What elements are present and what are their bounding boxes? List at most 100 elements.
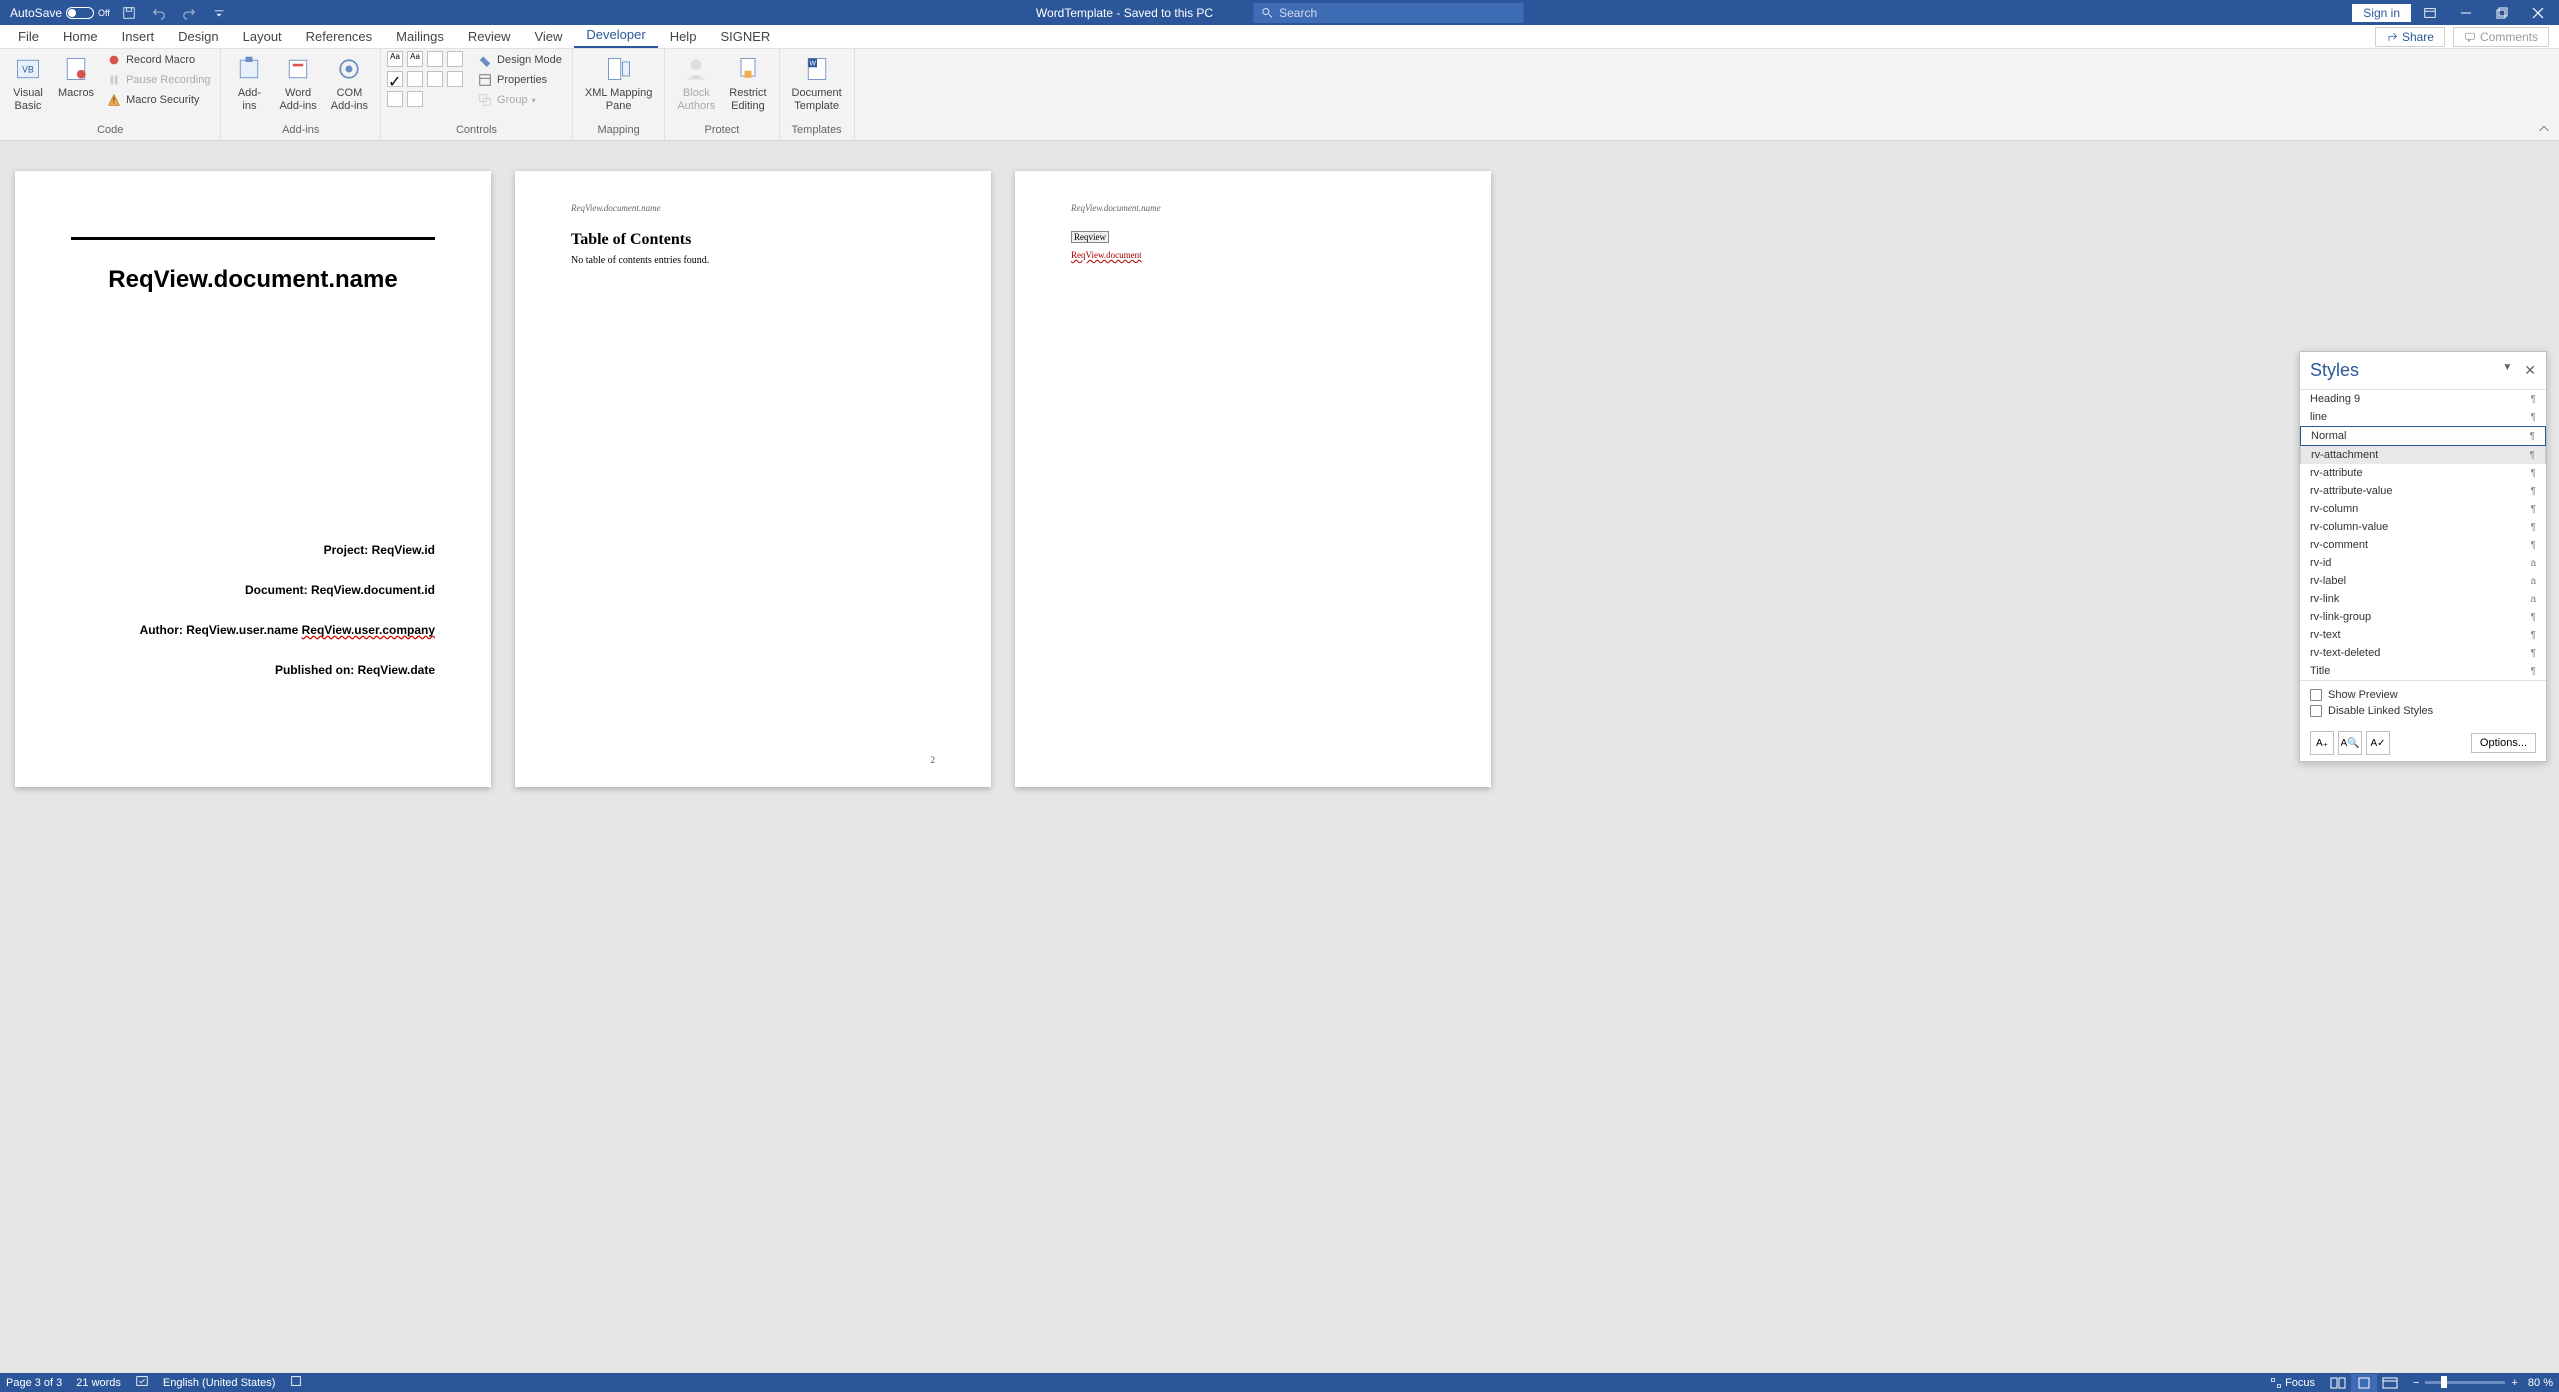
style-item-rv-attachment[interactable]: rv-attachment¶ <box>2300 446 2546 464</box>
comments-button[interactable]: Comments <box>2453 27 2549 47</box>
style-item-heading9[interactable]: Heading 9¶ <box>2300 390 2546 408</box>
zoom-level[interactable]: 80 % <box>2528 1377 2553 1389</box>
tab-layout[interactable]: Layout <box>231 25 294 48</box>
style-item-rv-attribute-value[interactable]: rv-attribute-value¶ <box>2300 482 2546 500</box>
tab-file[interactable]: File <box>6 25 51 48</box>
control-picture-icon[interactable] <box>427 51 443 67</box>
undo-icon[interactable] <box>148 2 170 24</box>
control-datepicker-icon[interactable] <box>447 71 463 87</box>
style-item-rv-label[interactable]: rv-labela <box>2300 572 2546 590</box>
share-button[interactable]: Share <box>2375 27 2445 47</box>
macro-security-button[interactable]: ! Macro Security <box>102 91 214 109</box>
restrict-editing-button[interactable]: Restrict Editing <box>723 51 772 115</box>
status-focus-icon[interactable]: Focus <box>2270 1377 2315 1389</box>
control-dropdown-icon[interactable] <box>427 71 443 87</box>
styles-pane-dropdown-icon[interactable]: ▼ <box>2502 362 2512 379</box>
document-area[interactable]: ReqView.document.name Project: ReqView.i… <box>0 141 2559 1373</box>
redo-icon[interactable] <box>178 2 200 24</box>
macros-button[interactable]: Macros <box>52 51 100 102</box>
zoom-in-icon[interactable]: + <box>2511 1377 2517 1389</box>
page2-toc-text[interactable]: No table of contents entries found. <box>571 255 935 266</box>
visual-basic-button[interactable]: VB Visual Basic <box>6 51 50 115</box>
word-addins-button[interactable]: Word Add-ins <box>273 51 322 115</box>
document-template-button[interactable]: W Document Template <box>786 51 848 115</box>
control-legacy-icon[interactable] <box>407 91 423 107</box>
style-item-line[interactable]: line¶ <box>2300 408 2546 426</box>
addins-button[interactable]: Add- ins <box>227 51 271 115</box>
close-icon[interactable] <box>2521 0 2555 25</box>
manage-styles-button[interactable]: A✓ <box>2366 731 2390 755</box>
status-page[interactable]: Page 3 of 3 <box>6 1377 62 1389</box>
status-language[interactable]: English (United States) <box>163 1377 276 1389</box>
style-item-rv-link[interactable]: rv-linka <box>2300 590 2546 608</box>
customize-qat-icon[interactable] <box>208 2 230 24</box>
slider-thumb-icon[interactable] <box>2441 1376 2447 1388</box>
page-2[interactable]: ReqView.document.name Table of Contents … <box>515 171 991 787</box>
ribbon-display-options-icon[interactable] <box>2413 0 2447 25</box>
minimize-icon[interactable] <box>2449 0 2483 25</box>
status-spellcheck-icon[interactable] <box>135 1374 149 1391</box>
page1-project[interactable]: Project: ReqView.id <box>140 543 435 557</box>
page-1[interactable]: ReqView.document.name Project: ReqView.i… <box>15 171 491 787</box>
status-macro-icon[interactable] <box>289 1374 303 1391</box>
page2-toc-title[interactable]: Table of Contents <box>571 231 935 249</box>
control-plaintext-icon[interactable]: Aa <box>407 51 423 67</box>
style-item-normal[interactable]: Normal¶ <box>2300 426 2546 446</box>
save-icon[interactable] <box>118 2 140 24</box>
page1-author[interactable]: Author: ReqView.user.name ReqView.user.c… <box>140 623 435 637</box>
maximize-icon[interactable] <box>2485 0 2519 25</box>
print-layout-icon[interactable] <box>2351 1374 2377 1392</box>
properties-button[interactable]: Properties <box>473 71 566 89</box>
xml-mapping-button[interactable]: XML Mapping Pane <box>579 51 658 115</box>
tab-home[interactable]: Home <box>51 25 110 48</box>
web-layout-icon[interactable] <box>2377 1374 2403 1392</box>
tab-insert[interactable]: Insert <box>110 25 167 48</box>
style-item-title[interactable]: Title¶ <box>2300 662 2546 680</box>
styles-list[interactable]: Heading 9¶ line¶ Normal¶ rv-attachment¶ … <box>2300 390 2546 680</box>
control-repeating-icon[interactable] <box>387 91 403 107</box>
style-inspector-button[interactable]: A🔍 <box>2338 731 2362 755</box>
read-mode-icon[interactable] <box>2325 1374 2351 1392</box>
autosave-toggle[interactable]: AutoSave Off <box>10 6 110 20</box>
collapse-ribbon-icon[interactable] <box>2537 122 2553 138</box>
style-item-rv-link-group[interactable]: rv-link-group¶ <box>2300 608 2546 626</box>
control-combobox-icon[interactable] <box>407 71 423 87</box>
control-richtext-icon[interactable]: Aa <box>387 51 403 67</box>
tab-design[interactable]: Design <box>166 25 230 48</box>
styles-pane-close-icon[interactable]: ✕ <box>2524 362 2536 379</box>
record-macro-button[interactable]: Record Macro <box>102 51 214 69</box>
tab-help[interactable]: Help <box>658 25 709 48</box>
style-item-rv-id[interactable]: rv-ida <box>2300 554 2546 572</box>
style-item-rv-attribute[interactable]: rv-attribute¶ <box>2300 464 2546 482</box>
tab-developer[interactable]: Developer <box>574 23 657 48</box>
page1-document[interactable]: Document: ReqView.document.id <box>140 583 435 597</box>
styles-options-button[interactable]: Options... <box>2471 733 2536 753</box>
page3-content-control[interactable]: Reqview <box>1071 231 1109 243</box>
design-mode-button[interactable]: Design Mode <box>473 51 566 69</box>
tab-view[interactable]: View <box>522 25 574 48</box>
show-preview-checkbox[interactable]: Show Preview <box>2310 687 2536 703</box>
search-box[interactable]: Search <box>1253 3 1523 23</box>
controls-gallery[interactable]: Aa Aa ✓ <box>387 51 465 109</box>
style-item-rv-comment[interactable]: rv-comment¶ <box>2300 536 2546 554</box>
style-item-rv-column-value[interactable]: rv-column-value¶ <box>2300 518 2546 536</box>
styles-pane[interactable]: Styles ▼ ✕ Heading 9¶ line¶ Normal¶ rv-a… <box>2299 351 2547 762</box>
control-buildingblock-icon[interactable] <box>447 51 463 67</box>
zoom-out-icon[interactable]: − <box>2413 1377 2419 1389</box>
control-checkbox-icon[interactable]: ✓ <box>387 71 403 87</box>
slider-track[interactable] <box>2425 1381 2505 1384</box>
style-item-rv-column[interactable]: rv-column¶ <box>2300 500 2546 518</box>
zoom-slider[interactable]: − + <box>2413 1377 2518 1389</box>
page3-text-error[interactable]: ReqView.document <box>1071 250 1142 260</box>
com-addins-button[interactable]: COM Add-ins <box>325 51 374 115</box>
page1-title[interactable]: ReqView.document.name <box>71 266 435 294</box>
disable-linked-checkbox[interactable]: Disable Linked Styles <box>2310 703 2536 719</box>
page1-published[interactable]: Published on: ReqView.date <box>140 663 435 677</box>
new-style-button[interactable]: A₊ <box>2310 731 2334 755</box>
tab-mailings[interactable]: Mailings <box>384 25 456 48</box>
page-3[interactable]: ReqView.document.name Reqview ReqView.do… <box>1015 171 1491 787</box>
sign-in-button[interactable]: Sign in <box>2352 4 2411 22</box>
tab-references[interactable]: References <box>294 25 384 48</box>
tab-review[interactable]: Review <box>456 25 523 48</box>
tab-signer[interactable]: SIGNER <box>708 25 782 48</box>
